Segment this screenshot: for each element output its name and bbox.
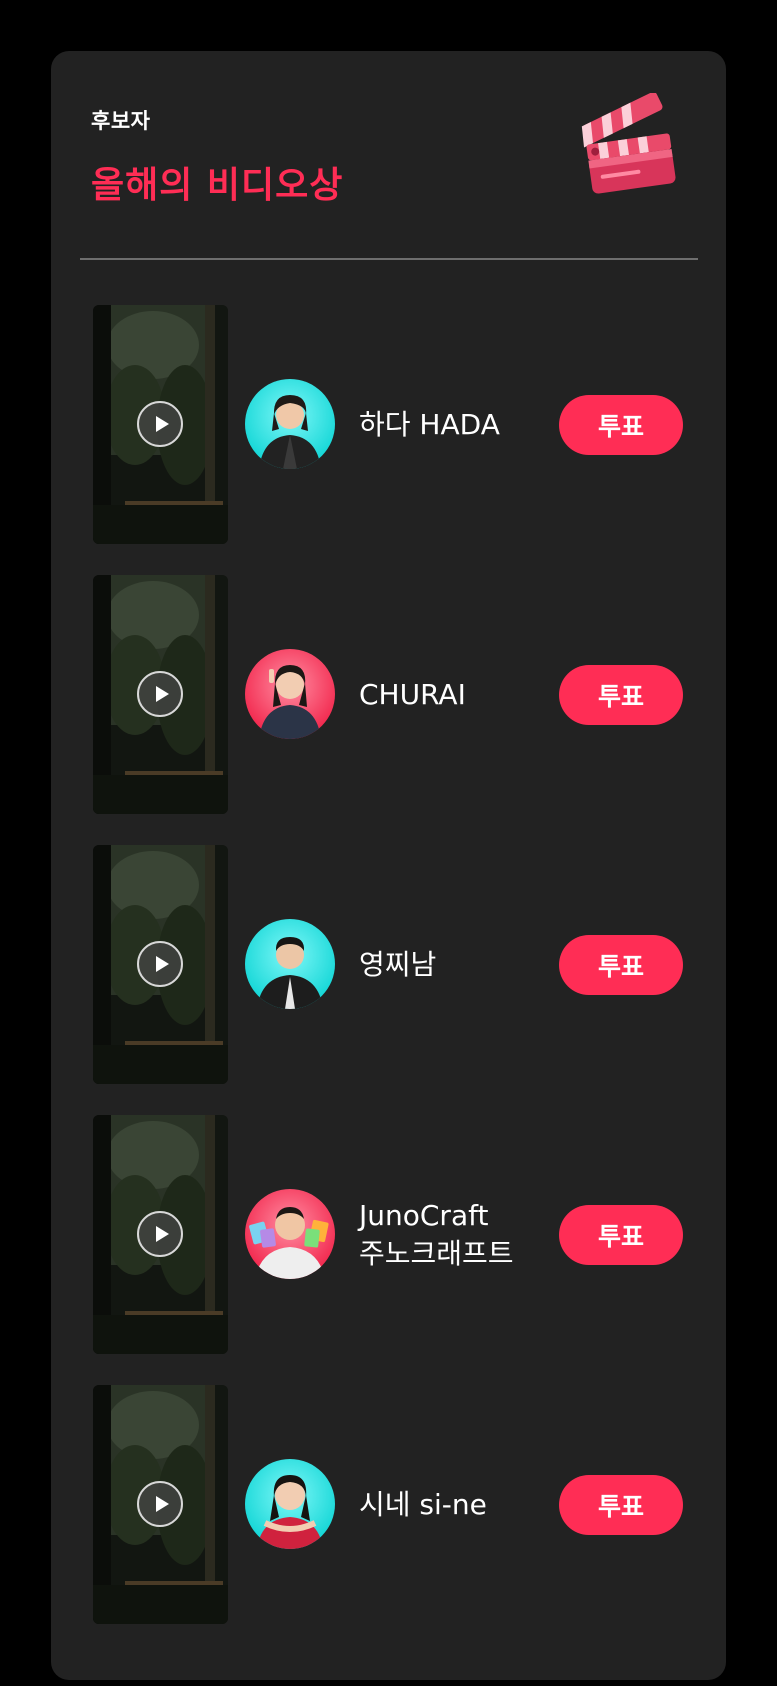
nominees-card: 후보자 올해의 비디오상 하다 HADA 투표 CHURAI 투표 영찌남 투표… — [51, 51, 726, 1680]
video-thumbnail[interactable] — [93, 305, 228, 544]
clapperboard-icon — [573, 91, 683, 203]
section-eyebrow: 후보자 — [91, 109, 151, 133]
nominee-avatar — [245, 379, 335, 469]
nominee-name-line1: 시네 si-ne — [359, 1487, 487, 1521]
play-button[interactable] — [137, 1481, 183, 1527]
nominee-name: CHURAI — [359, 575, 549, 814]
vote-button[interactable]: 투표 — [559, 1475, 683, 1535]
play-button[interactable] — [137, 1211, 183, 1257]
nominee-row: 시네 si-ne 투표 — [51, 1385, 726, 1624]
nominee-name-line2: 주노크래프트 — [359, 1236, 514, 1270]
vote-button[interactable]: 투표 — [559, 1205, 683, 1265]
nominee-row: 영찌남 투표 — [51, 845, 726, 1084]
play-button[interactable] — [137, 401, 183, 447]
play-button[interactable] — [137, 671, 183, 717]
play-button[interactable] — [137, 941, 183, 987]
nominee-name-line1: 하다 HADA — [359, 407, 500, 441]
video-thumbnail[interactable] — [93, 1115, 228, 1354]
award-title: 올해의 비디오상 — [91, 165, 344, 206]
nominee-avatar — [245, 649, 335, 739]
card-header: 후보자 올해의 비디오상 — [51, 51, 726, 258]
vote-button[interactable]: 투표 — [559, 395, 683, 455]
vote-button[interactable]: 투표 — [559, 935, 683, 995]
header-divider — [80, 258, 698, 260]
nominee-row: 하다 HADA 투표 — [51, 305, 726, 544]
nominee-name-line1: 영찌남 — [359, 947, 437, 981]
vote-button[interactable]: 투표 — [559, 665, 683, 725]
nominee-name-line1: JunoCraft — [359, 1198, 489, 1232]
nominee-name: JunoCraft 주노크래프트 — [359, 1115, 549, 1354]
nominee-avatar — [245, 1459, 335, 1549]
nominee-list: 하다 HADA 투표 CHURAI 투표 영찌남 투표 JunoCraft 주노… — [51, 305, 726, 1655]
nominee-avatar — [245, 919, 335, 1009]
nominee-row: JunoCraft 주노크래프트 투표 — [51, 1115, 726, 1354]
nominee-name: 영찌남 — [359, 845, 549, 1084]
nominee-avatar — [245, 1189, 335, 1279]
nominee-name: 하다 HADA — [359, 305, 549, 544]
video-thumbnail[interactable] — [93, 575, 228, 814]
nominee-row: CHURAI 투표 — [51, 575, 726, 814]
nominee-name: 시네 si-ne — [359, 1385, 549, 1624]
nominee-name-line1: CHURAI — [359, 677, 466, 711]
video-thumbnail[interactable] — [93, 845, 228, 1084]
video-thumbnail[interactable] — [93, 1385, 228, 1624]
